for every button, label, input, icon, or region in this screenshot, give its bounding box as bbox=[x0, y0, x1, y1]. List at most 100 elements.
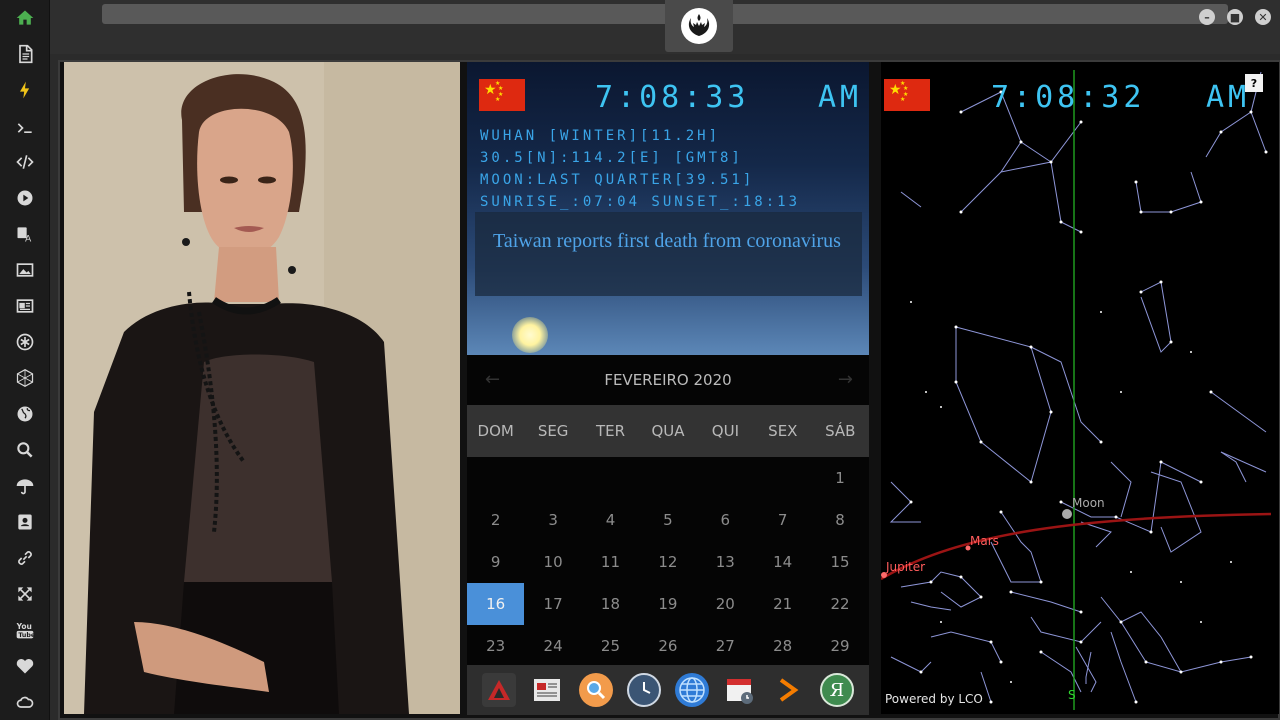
calendar-day[interactable]: 25 bbox=[582, 625, 639, 667]
calendar-day[interactable]: 14 bbox=[754, 541, 811, 583]
minimize-button[interactable]: – bbox=[1199, 9, 1215, 25]
home-icon[interactable] bbox=[10, 3, 40, 33]
calendar-app-icon[interactable] bbox=[723, 673, 757, 707]
calendar-day[interactable]: 21 bbox=[754, 583, 811, 625]
calendar-day[interactable]: 13 bbox=[697, 541, 754, 583]
calendar-day[interactable]: 7 bbox=[754, 499, 811, 541]
weekday: QUI bbox=[711, 422, 739, 440]
globe-app-icon[interactable] bbox=[675, 673, 710, 707]
calendar-day[interactable]: 3 bbox=[524, 499, 581, 541]
calendar-week: 16 17 18 19 20 21 22 bbox=[467, 583, 869, 625]
sun-icon bbox=[512, 317, 548, 353]
rebel-logo-icon bbox=[681, 8, 717, 44]
mars-label: Mars bbox=[970, 534, 999, 548]
calendar-day[interactable]: 11 bbox=[582, 541, 639, 583]
weekday: SEX bbox=[768, 422, 798, 440]
logo-tab[interactable] bbox=[665, 0, 733, 52]
lightning-icon[interactable] bbox=[10, 75, 40, 105]
calendar-day[interactable]: 10 bbox=[524, 541, 581, 583]
calendar-month: FEVEREIRO 2020 bbox=[604, 371, 732, 389]
link-icon[interactable] bbox=[10, 543, 40, 573]
calendar-week: 2 3 4 5 6 7 8 bbox=[467, 499, 869, 541]
calendar-day[interactable]: 24 bbox=[524, 625, 581, 667]
sidebar: A You Tube bbox=[0, 0, 50, 720]
calendar-day[interactable]: 2 bbox=[467, 499, 524, 541]
clock-time: 7:08:32 bbox=[991, 80, 1146, 115]
calendar-day[interactable]: 12 bbox=[639, 541, 696, 583]
asterisk-icon[interactable] bbox=[10, 327, 40, 357]
calendar-day[interactable]: 26 bbox=[639, 625, 696, 667]
calendar-day bbox=[582, 457, 639, 499]
umbrella-icon[interactable] bbox=[10, 471, 40, 501]
document-icon[interactable] bbox=[10, 39, 40, 69]
maximize-button[interactable]: ■ bbox=[1227, 9, 1243, 25]
calendar-day bbox=[697, 457, 754, 499]
calendar-day[interactable]: 17 bbox=[524, 583, 581, 625]
search-app-icon[interactable] bbox=[578, 673, 613, 707]
top-bar: – ■ ✕ bbox=[50, 0, 1280, 54]
calendar-day bbox=[639, 457, 696, 499]
calendar-day-today[interactable]: 16 bbox=[467, 583, 525, 625]
clock-app-icon[interactable] bbox=[626, 673, 661, 707]
jupiter-label: Jupiter bbox=[886, 560, 926, 574]
calendar-day[interactable]: 28 bbox=[754, 625, 811, 667]
clock-ampm: AM bbox=[818, 80, 863, 115]
sky-map[interactable]: ★ ★ ★ ★ ★ 7:08:32 AM ? Moon Mars Jupiter… bbox=[881, 62, 1279, 714]
globe-icon[interactable] bbox=[10, 399, 40, 429]
coordinates-line: 30.5[N]:114.2[E] [GMT8] bbox=[480, 150, 743, 166]
constellation-map bbox=[881, 70, 1272, 710]
calendar-day bbox=[467, 457, 524, 499]
image-icon[interactable] bbox=[10, 255, 40, 285]
moon-phase-line: MOON:LAST QUARTER[39.51] bbox=[480, 172, 755, 188]
calendar-day[interactable]: 8 bbox=[811, 499, 868, 541]
help-button[interactable]: ? bbox=[1245, 74, 1263, 92]
heart-icon[interactable] bbox=[10, 651, 40, 681]
south-label: S bbox=[1068, 688, 1076, 702]
translate-icon[interactable]: A bbox=[10, 219, 40, 249]
powered-by-credit[interactable]: Powered by LCO bbox=[885, 692, 983, 706]
calendar-day[interactable]: 1 bbox=[811, 457, 868, 499]
calendar-week: 23 24 25 26 27 28 29 bbox=[467, 625, 869, 667]
calendar-day[interactable]: 22 bbox=[811, 583, 868, 625]
svg-text:Tube: Tube bbox=[18, 632, 35, 639]
weekday: SEG bbox=[537, 422, 569, 440]
arrow-app-icon[interactable] bbox=[482, 673, 517, 707]
location-line: WUHAN [WINTER][11.2H] bbox=[480, 128, 721, 144]
play-icon[interactable] bbox=[10, 183, 40, 213]
next-month-icon[interactable]: → bbox=[838, 369, 853, 390]
svg-text:You: You bbox=[16, 622, 32, 631]
expand-icon[interactable] bbox=[10, 579, 40, 609]
china-flag-icon: ★ ★ ★ ★ ★ bbox=[479, 79, 525, 111]
svg-text:A: A bbox=[25, 234, 32, 245]
yandex-app-icon[interactable]: Я bbox=[819, 673, 854, 707]
close-button[interactable]: ✕ bbox=[1255, 9, 1271, 25]
calendar-day bbox=[754, 457, 811, 499]
calendar-day[interactable]: 5 bbox=[639, 499, 696, 541]
calendar-day[interactable]: 20 bbox=[697, 583, 754, 625]
calendar-day[interactable]: 29 bbox=[811, 625, 868, 667]
youtube-icon[interactable]: You Tube bbox=[10, 615, 40, 645]
calendar-day[interactable]: 9 bbox=[467, 541, 524, 583]
search-icon[interactable] bbox=[10, 435, 40, 465]
news-headline[interactable]: Taiwan reports first death from coronavi… bbox=[475, 212, 862, 296]
contact-icon[interactable] bbox=[10, 507, 40, 537]
china-flag-icon: ★ ★ ★ ★ ★ bbox=[884, 79, 930, 111]
calendar-day[interactable]: 27 bbox=[697, 625, 754, 667]
calendar-day[interactable]: 19 bbox=[639, 583, 696, 625]
code-icon[interactable] bbox=[10, 147, 40, 177]
calendar-day[interactable]: 18 bbox=[582, 583, 639, 625]
hexagon-icon[interactable] bbox=[10, 363, 40, 393]
app-dock: Я bbox=[467, 665, 869, 715]
terminal-icon[interactable] bbox=[10, 113, 40, 143]
forward-app-icon[interactable] bbox=[772, 673, 806, 707]
calendar-day[interactable]: 4 bbox=[582, 499, 639, 541]
calendar-day[interactable]: 15 bbox=[811, 541, 868, 583]
news-icon[interactable] bbox=[10, 291, 40, 321]
news-app-icon[interactable] bbox=[530, 673, 564, 707]
cloud-icon[interactable] bbox=[10, 687, 40, 717]
weekday: SÁB bbox=[825, 422, 856, 440]
calendar-day[interactable]: 23 bbox=[467, 625, 524, 667]
weekday-header: DOM SEG TER QUA QUI SEX SÁB bbox=[467, 405, 869, 457]
clock-time: 7:08:33 bbox=[595, 80, 750, 115]
calendar-day[interactable]: 6 bbox=[697, 499, 754, 541]
